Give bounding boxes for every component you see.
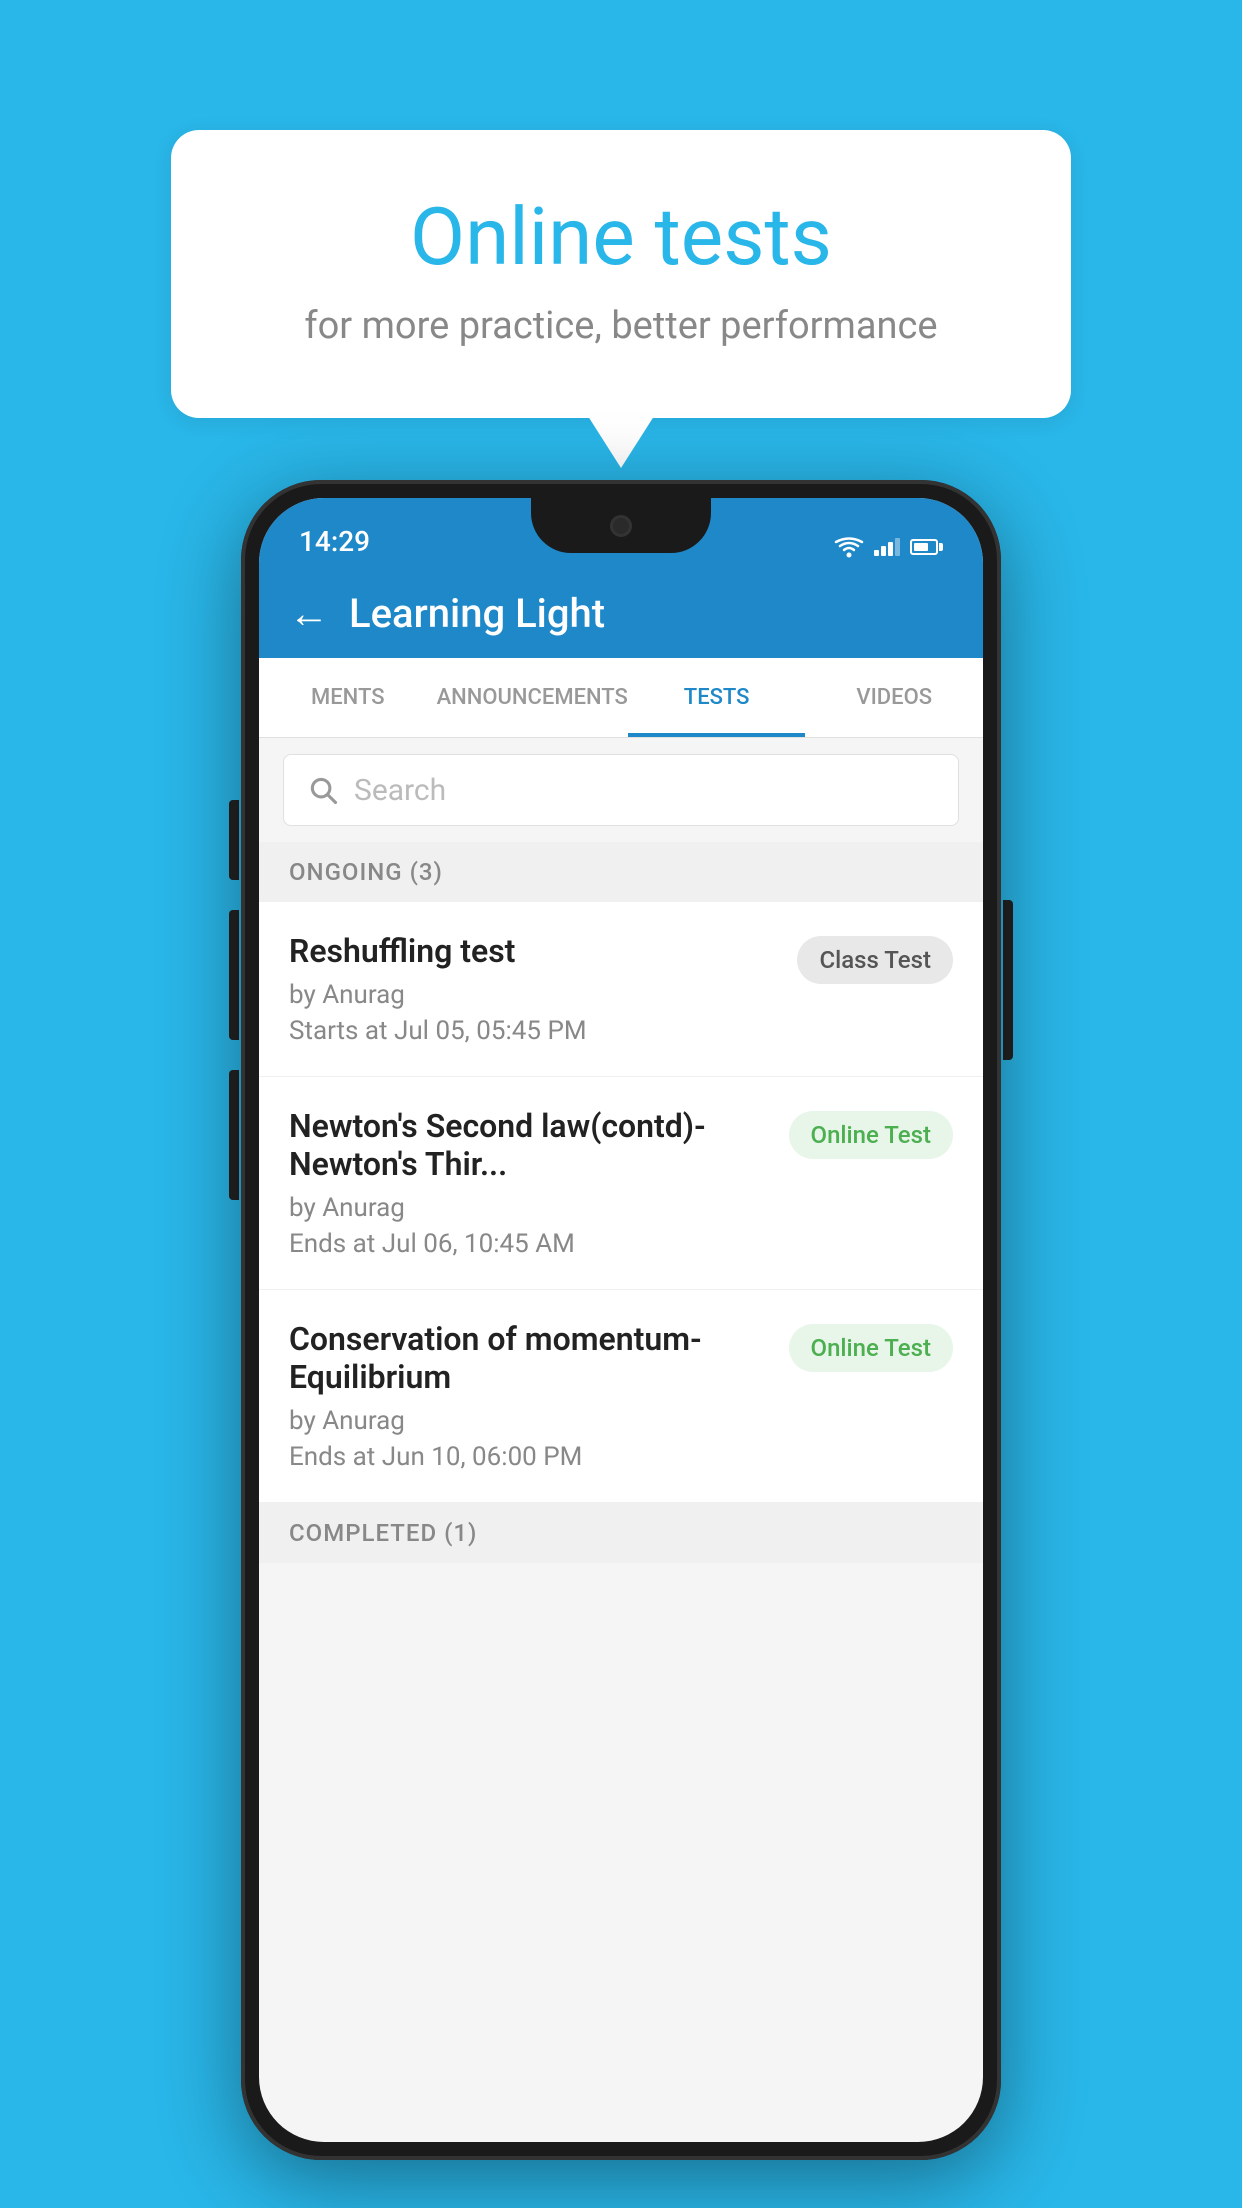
test-name: Newton's Second law(contd)-Newton's Thir…	[289, 1107, 769, 1183]
test-name: Reshuffling test	[289, 932, 777, 970]
test-list: Reshuffling test by Anurag Starts at Jul…	[259, 902, 983, 1503]
battery-icon	[910, 539, 943, 555]
search-placeholder: Search	[354, 773, 446, 808]
phone-volume-down2-button	[229, 1070, 239, 1200]
test-author: by Anurag	[289, 980, 777, 1010]
front-camera	[610, 515, 632, 537]
phone-frame: 14:29	[241, 480, 1001, 2160]
wifi-icon	[834, 536, 864, 558]
phone-power-button	[1003, 900, 1013, 1060]
test-item-content: Reshuffling test by Anurag Starts at Jul…	[289, 932, 797, 1046]
test-name: Conservation of momentum-Equilibrium	[289, 1320, 769, 1396]
test-badge: Class Test	[797, 936, 953, 984]
test-badge: Online Test	[789, 1324, 953, 1372]
completed-section-header: COMPLETED (1)	[259, 1503, 983, 1563]
status-icons	[834, 536, 943, 558]
app-title: Learning Light	[349, 590, 605, 637]
phone-volume-down-button	[229, 910, 239, 1040]
test-date: Ends at Jun 10, 06:00 PM	[289, 1442, 769, 1472]
test-author: by Anurag	[289, 1406, 769, 1436]
test-date: Starts at Jul 05, 05:45 PM	[289, 1016, 777, 1046]
speech-bubble: Online tests for more practice, better p…	[171, 130, 1071, 418]
tab-bar: MENTS ANNOUNCEMENTS TESTS VIDEOS	[259, 658, 983, 738]
search-input-wrapper[interactable]: Search	[283, 754, 959, 826]
app-header: ← Learning Light	[259, 568, 983, 658]
back-button[interactable]: ←	[289, 590, 329, 637]
test-item-content: Newton's Second law(contd)-Newton's Thir…	[289, 1107, 789, 1259]
test-item[interactable]: Reshuffling test by Anurag Starts at Jul…	[259, 902, 983, 1077]
online-tests-subtitle: for more practice, better performance	[251, 304, 991, 348]
search-bar: Search	[259, 738, 983, 842]
phone-volume-up-button	[229, 800, 239, 880]
tab-announcements[interactable]: ANNOUNCEMENTS	[437, 658, 628, 737]
search-icon	[308, 775, 338, 805]
test-item-content: Conservation of momentum-Equilibrium by …	[289, 1320, 789, 1472]
tab-ments[interactable]: MENTS	[259, 658, 437, 737]
tab-videos[interactable]: VIDEOS	[805, 658, 983, 737]
phone-notch	[531, 498, 711, 553]
ongoing-section-header: ONGOING (3)	[259, 842, 983, 902]
test-date: Ends at Jul 06, 10:45 AM	[289, 1229, 769, 1259]
tab-tests[interactable]: TESTS	[628, 658, 806, 737]
phone-screen: 14:29	[259, 498, 983, 2142]
test-badge: Online Test	[789, 1111, 953, 1159]
test-author: by Anurag	[289, 1193, 769, 1223]
speech-bubble-container: Online tests for more practice, better p…	[171, 130, 1071, 418]
test-item[interactable]: Newton's Second law(contd)-Newton's Thir…	[259, 1077, 983, 1290]
phone-container: 14:29	[241, 480, 1001, 2160]
status-time: 14:29	[299, 525, 370, 558]
test-item[interactable]: Conservation of momentum-Equilibrium by …	[259, 1290, 983, 1503]
online-tests-title: Online tests	[251, 190, 991, 284]
signal-icon	[874, 538, 900, 556]
